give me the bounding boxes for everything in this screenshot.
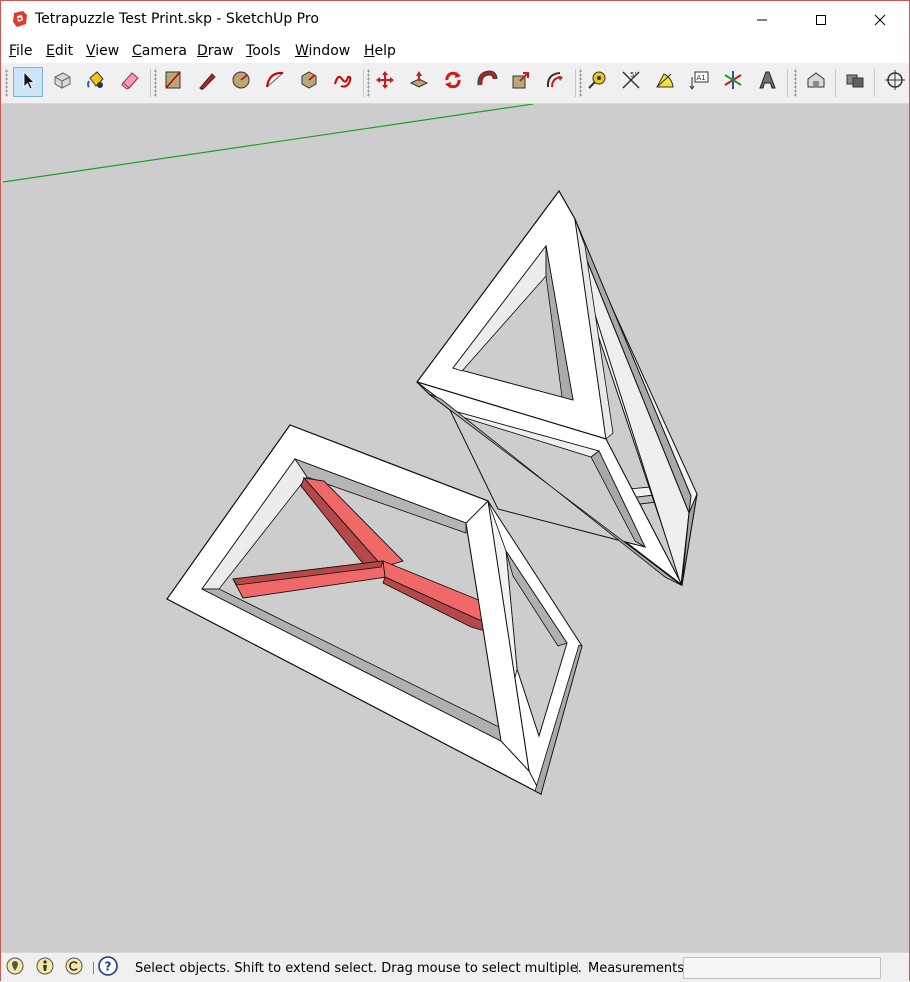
rectangle-button[interactable] <box>158 67 188 97</box>
paint-bucket-icon <box>85 69 107 95</box>
follow-me-icon <box>476 69 498 95</box>
sketchup-window: Tetrapuzzle Test Print.skp - SketchUp Pr… <box>0 0 910 982</box>
menu-file[interactable]: File <box>9 43 32 59</box>
toolbar-grip[interactable] <box>794 69 797 97</box>
menu-window[interactable]: Window <box>295 43 350 59</box>
axes-button[interactable] <box>718 67 748 97</box>
toolbar-separator <box>787 69 788 97</box>
line-icon <box>196 69 218 95</box>
credits-icon <box>36 957 54 979</box>
eraser-icon <box>119 69 141 95</box>
close-button[interactable] <box>857 1 903 39</box>
polygon-button[interactable] <box>294 67 324 97</box>
maximize-button[interactable] <box>798 1 844 39</box>
toolbar-grip[interactable] <box>154 69 157 97</box>
arc-button[interactable] <box>260 67 290 97</box>
polygon-icon <box>298 69 320 95</box>
menu-draw[interactable]: Draw <box>197 43 234 59</box>
3d-text-icon <box>756 69 778 95</box>
status-message: Select objects. Shift to extend select. … <box>135 961 582 976</box>
geolocation-icon <box>6 957 24 979</box>
rotate-icon <box>442 69 464 95</box>
svg-text:5': 5' <box>630 71 636 79</box>
copyright-button[interactable] <box>64 957 84 979</box>
menu-tools[interactable]: Tools <box>246 43 281 59</box>
close-icon <box>874 14 886 26</box>
freehand-button[interactable] <box>328 67 358 97</box>
status-separator <box>577 962 578 974</box>
text-icon: A1 <box>688 69 710 95</box>
rotate-button[interactable] <box>438 67 468 97</box>
3d-text-button[interactable] <box>752 67 782 97</box>
circle-button[interactable] <box>226 67 256 97</box>
offset-icon <box>544 69 566 95</box>
menu-camera[interactable]: Camera <box>132 43 187 59</box>
help-button[interactable]: ? <box>98 956 118 980</box>
toolbar-separator <box>575 69 576 97</box>
push-pull-icon <box>408 69 430 95</box>
extension-warehouse-button[interactable] <box>840 67 870 97</box>
measurements-label: Measurements <box>588 961 685 976</box>
toolbar-separator <box>150 69 151 97</box>
warehouse-icon <box>805 69 827 95</box>
dimension-icon: 5' <box>620 69 642 95</box>
axes-icon <box>722 69 744 95</box>
scale-icon <box>510 69 532 95</box>
svg-text:?: ? <box>105 960 112 974</box>
move-button[interactable] <box>370 67 400 97</box>
select-tool-button[interactable] <box>13 67 43 97</box>
orbit-icon <box>884 69 906 95</box>
offset-button[interactable] <box>540 67 570 97</box>
maximize-icon <box>815 14 827 26</box>
toolbar-grip[interactable] <box>5 69 8 97</box>
protractor-icon <box>654 69 676 95</box>
eraser-button[interactable] <box>115 67 145 97</box>
make-component-button[interactable] <box>47 67 77 97</box>
help-icon: ? <box>98 956 118 980</box>
minimize-button[interactable] <box>739 1 785 39</box>
status-bar: ? Select objects. Shift to extend select… <box>1 952 909 982</box>
tape-measure-icon <box>586 69 608 95</box>
menu-view[interactable]: View <box>86 43 119 59</box>
rectangle-icon <box>162 69 184 95</box>
minimize-icon <box>756 14 768 26</box>
menu-help[interactable]: Help <box>364 43 396 59</box>
move-icon <box>374 69 396 95</box>
measurements-input[interactable] <box>683 957 881 979</box>
arc-icon <box>264 69 286 95</box>
select-icon <box>17 69 39 95</box>
menu-bar: File Edit View Camera Draw Tools Window … <box>1 39 909 63</box>
tape-measure-button[interactable] <box>582 67 612 97</box>
title-bar: Tetrapuzzle Test Print.skp - SketchUp Pr… <box>1 1 909 39</box>
extension-warehouse-icon <box>844 69 866 95</box>
make-component-icon <box>51 69 73 95</box>
toolbar-separator <box>874 69 875 97</box>
orbit-button[interactable] <box>880 67 910 97</box>
dimension-button[interactable]: 5' <box>616 67 646 97</box>
green-axis-line <box>2 104 534 183</box>
window-title: Tetrapuzzle Test Print.skp - SketchUp Pr… <box>35 11 319 27</box>
model-scene <box>2 104 698 796</box>
text-button[interactable]: A1 <box>684 67 714 97</box>
svg-text:A1: A1 <box>697 74 706 82</box>
toolbar-separator <box>363 69 364 97</box>
status-separator <box>93 962 94 974</box>
toolbar-separator <box>835 69 836 97</box>
modeling-viewport[interactable] <box>1 104 909 952</box>
freehand-icon <box>332 69 354 95</box>
sketchup-logo-icon <box>11 10 29 28</box>
follow-me-button[interactable] <box>472 67 502 97</box>
warehouse-button[interactable] <box>801 67 831 97</box>
menu-edit[interactable]: Edit <box>46 43 73 59</box>
large-tool-set-toolbar: 5' A1 <box>1 63 909 104</box>
circle-icon <box>230 69 252 95</box>
protractor-button[interactable] <box>650 67 680 97</box>
paint-bucket-button[interactable] <box>81 67 111 97</box>
line-button[interactable] <box>192 67 222 97</box>
credits-button[interactable] <box>35 957 55 979</box>
copyright-icon <box>65 957 83 979</box>
scale-button[interactable] <box>506 67 536 97</box>
push-pull-button[interactable] <box>404 67 434 97</box>
geolocation-button[interactable] <box>5 957 25 979</box>
